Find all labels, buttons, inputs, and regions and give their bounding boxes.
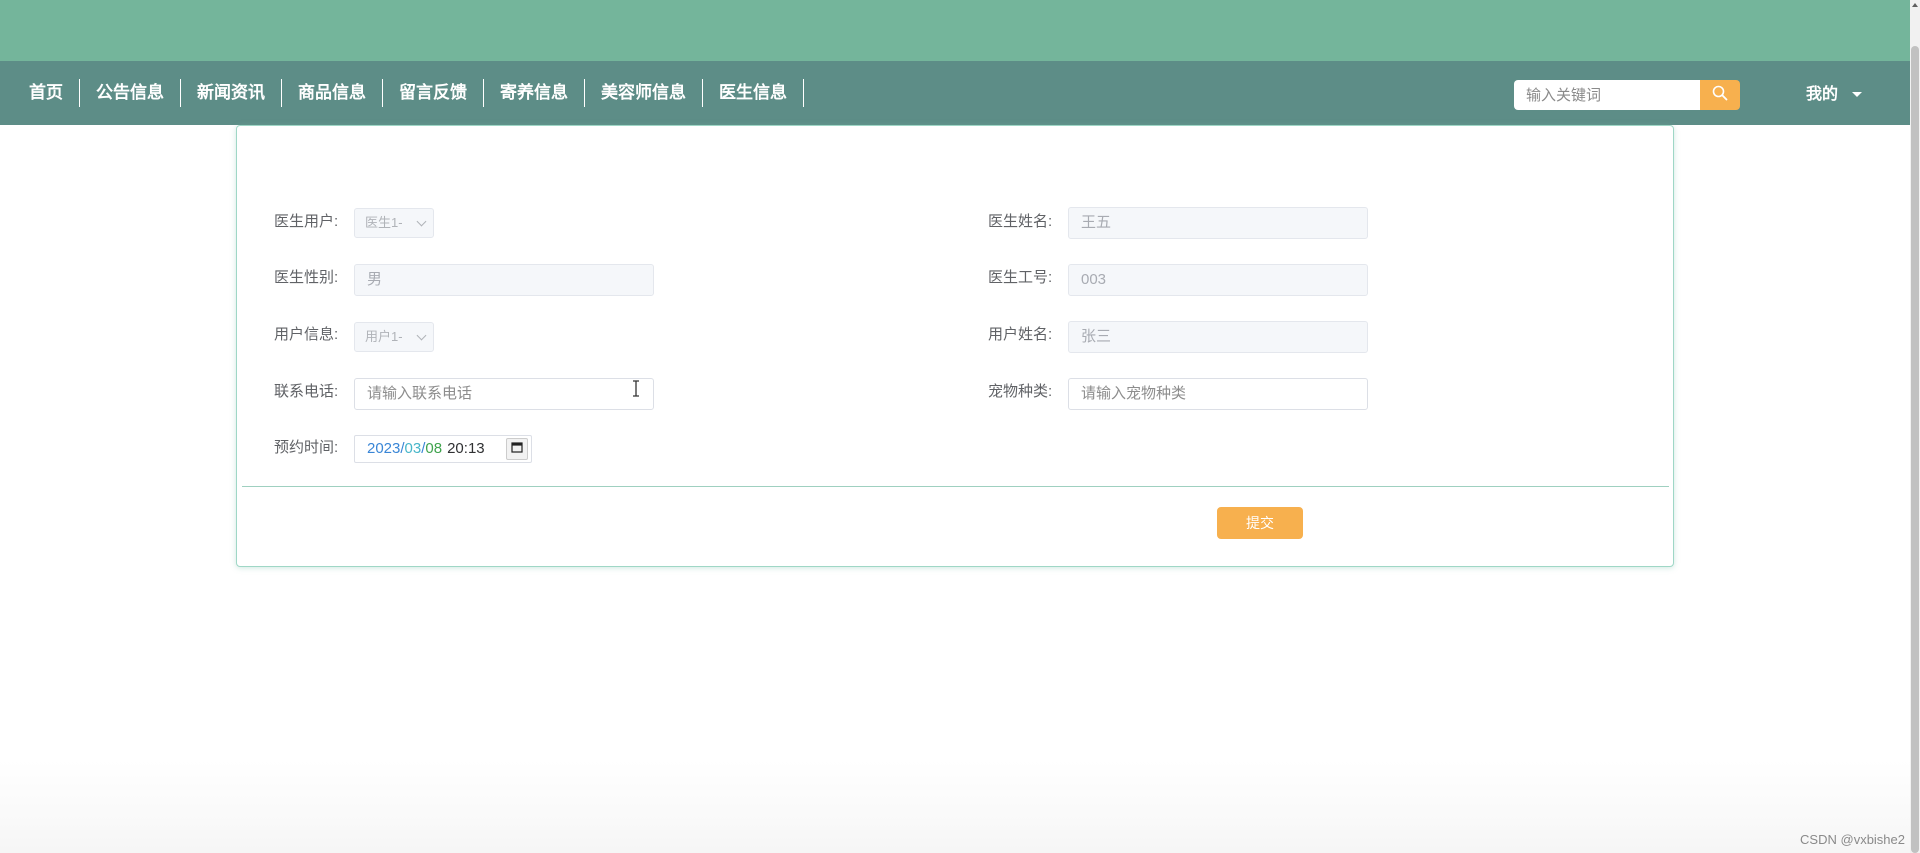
nav-item-feedback[interactable]: 留言反馈	[383, 79, 484, 107]
csdn-watermark: CSDN @vxbishe2	[1800, 832, 1905, 847]
doctor-user-select[interactable]: 医生1-	[354, 208, 434, 238]
doctor-name-label: 医生姓名:	[988, 213, 1053, 230]
calendar-icon	[511, 436, 523, 462]
doctor-gender-field[interactable]: 男	[354, 264, 654, 296]
main-navbar: 首页 公告信息 新闻资讯 商品信息 留言反馈 寄养信息 美容师信息 医生信息 我…	[0, 61, 1910, 125]
user-info-value: 用户1-	[365, 329, 403, 344]
nav-item-news[interactable]: 新闻资讯	[181, 79, 282, 107]
page-scrollbar[interactable]	[1910, 0, 1920, 853]
nav-item-home[interactable]: 首页	[13, 79, 80, 107]
user-info-select[interactable]: 用户1-	[354, 322, 434, 352]
user-menu-dropdown[interactable]: 我的	[1806, 83, 1863, 107]
appointment-time-input[interactable]: 2023/03/08 20:13	[354, 435, 532, 463]
nav-menu: 首页 公告信息 新闻资讯 商品信息 留言反馈 寄养信息 美容师信息 医生信息	[0, 61, 804, 125]
top-banner	[0, 0, 1910, 61]
date-day: 08	[425, 440, 443, 457]
chevron-down-icon	[416, 216, 427, 227]
scroll-up-arrow-icon[interactable]	[1912, 3, 1918, 7]
user-info-label: 用户信息:	[274, 326, 339, 343]
user-name-value: 张三	[1081, 328, 1112, 345]
search-input[interactable]	[1514, 80, 1700, 110]
doctor-id-field[interactable]: 003	[1068, 264, 1368, 296]
nav-item-doctors[interactable]: 医生信息	[703, 79, 804, 107]
text-cursor-icon	[633, 380, 639, 397]
doctor-user-value: 医生1-	[365, 215, 403, 230]
phone-placeholder: 请输入联系电话	[367, 385, 473, 402]
phone-label: 联系电话:	[274, 383, 339, 400]
doctor-gender-value: 男	[367, 271, 383, 288]
nav-item-announcements[interactable]: 公告信息	[80, 79, 181, 107]
search-icon	[1712, 85, 1728, 106]
doctor-user-label: 医生用户:	[274, 213, 339, 230]
doctor-name-field[interactable]: 王五	[1068, 207, 1368, 239]
date-year: 2023	[367, 440, 401, 457]
appointment-form: 医生用户: 医生1- 医生姓名: 王五 医生性别: 男 医生工号: 003 用户…	[236, 125, 1674, 567]
user-menu-label: 我的	[1806, 86, 1839, 103]
doctor-gender-label: 医生性别:	[274, 269, 339, 286]
user-name-label: 用户姓名:	[988, 326, 1053, 343]
nav-item-groomers[interactable]: 美容师信息	[585, 79, 703, 107]
caret-down-icon	[1852, 92, 1863, 98]
form-divider	[242, 486, 1669, 487]
pet-type-placeholder: 请输入宠物种类	[1081, 385, 1187, 402]
nav-item-products[interactable]: 商品信息	[282, 79, 383, 107]
search-bar	[1514, 80, 1740, 110]
pet-type-label: 宠物种类:	[988, 383, 1053, 400]
date-month: 03	[404, 440, 422, 457]
search-button[interactable]	[1700, 80, 1740, 110]
doctor-id-value: 003	[1081, 271, 1107, 288]
date-time: 20:13	[447, 440, 485, 457]
scrollbar-thumb[interactable]	[1911, 46, 1919, 853]
user-name-field[interactable]: 张三	[1068, 321, 1368, 353]
appointment-time-label: 预约时间:	[274, 439, 339, 456]
chevron-down-icon	[416, 330, 427, 341]
phone-input[interactable]: 请输入联系电话	[354, 378, 654, 410]
pet-type-input[interactable]: 请输入宠物种类	[1068, 378, 1368, 410]
doctor-name-value: 王五	[1081, 214, 1112, 231]
calendar-button[interactable]	[506, 438, 528, 460]
submit-button[interactable]: 提交	[1217, 507, 1303, 539]
nav-item-boarding[interactable]: 寄养信息	[484, 79, 585, 107]
doctor-id-label: 医生工号:	[988, 269, 1053, 286]
